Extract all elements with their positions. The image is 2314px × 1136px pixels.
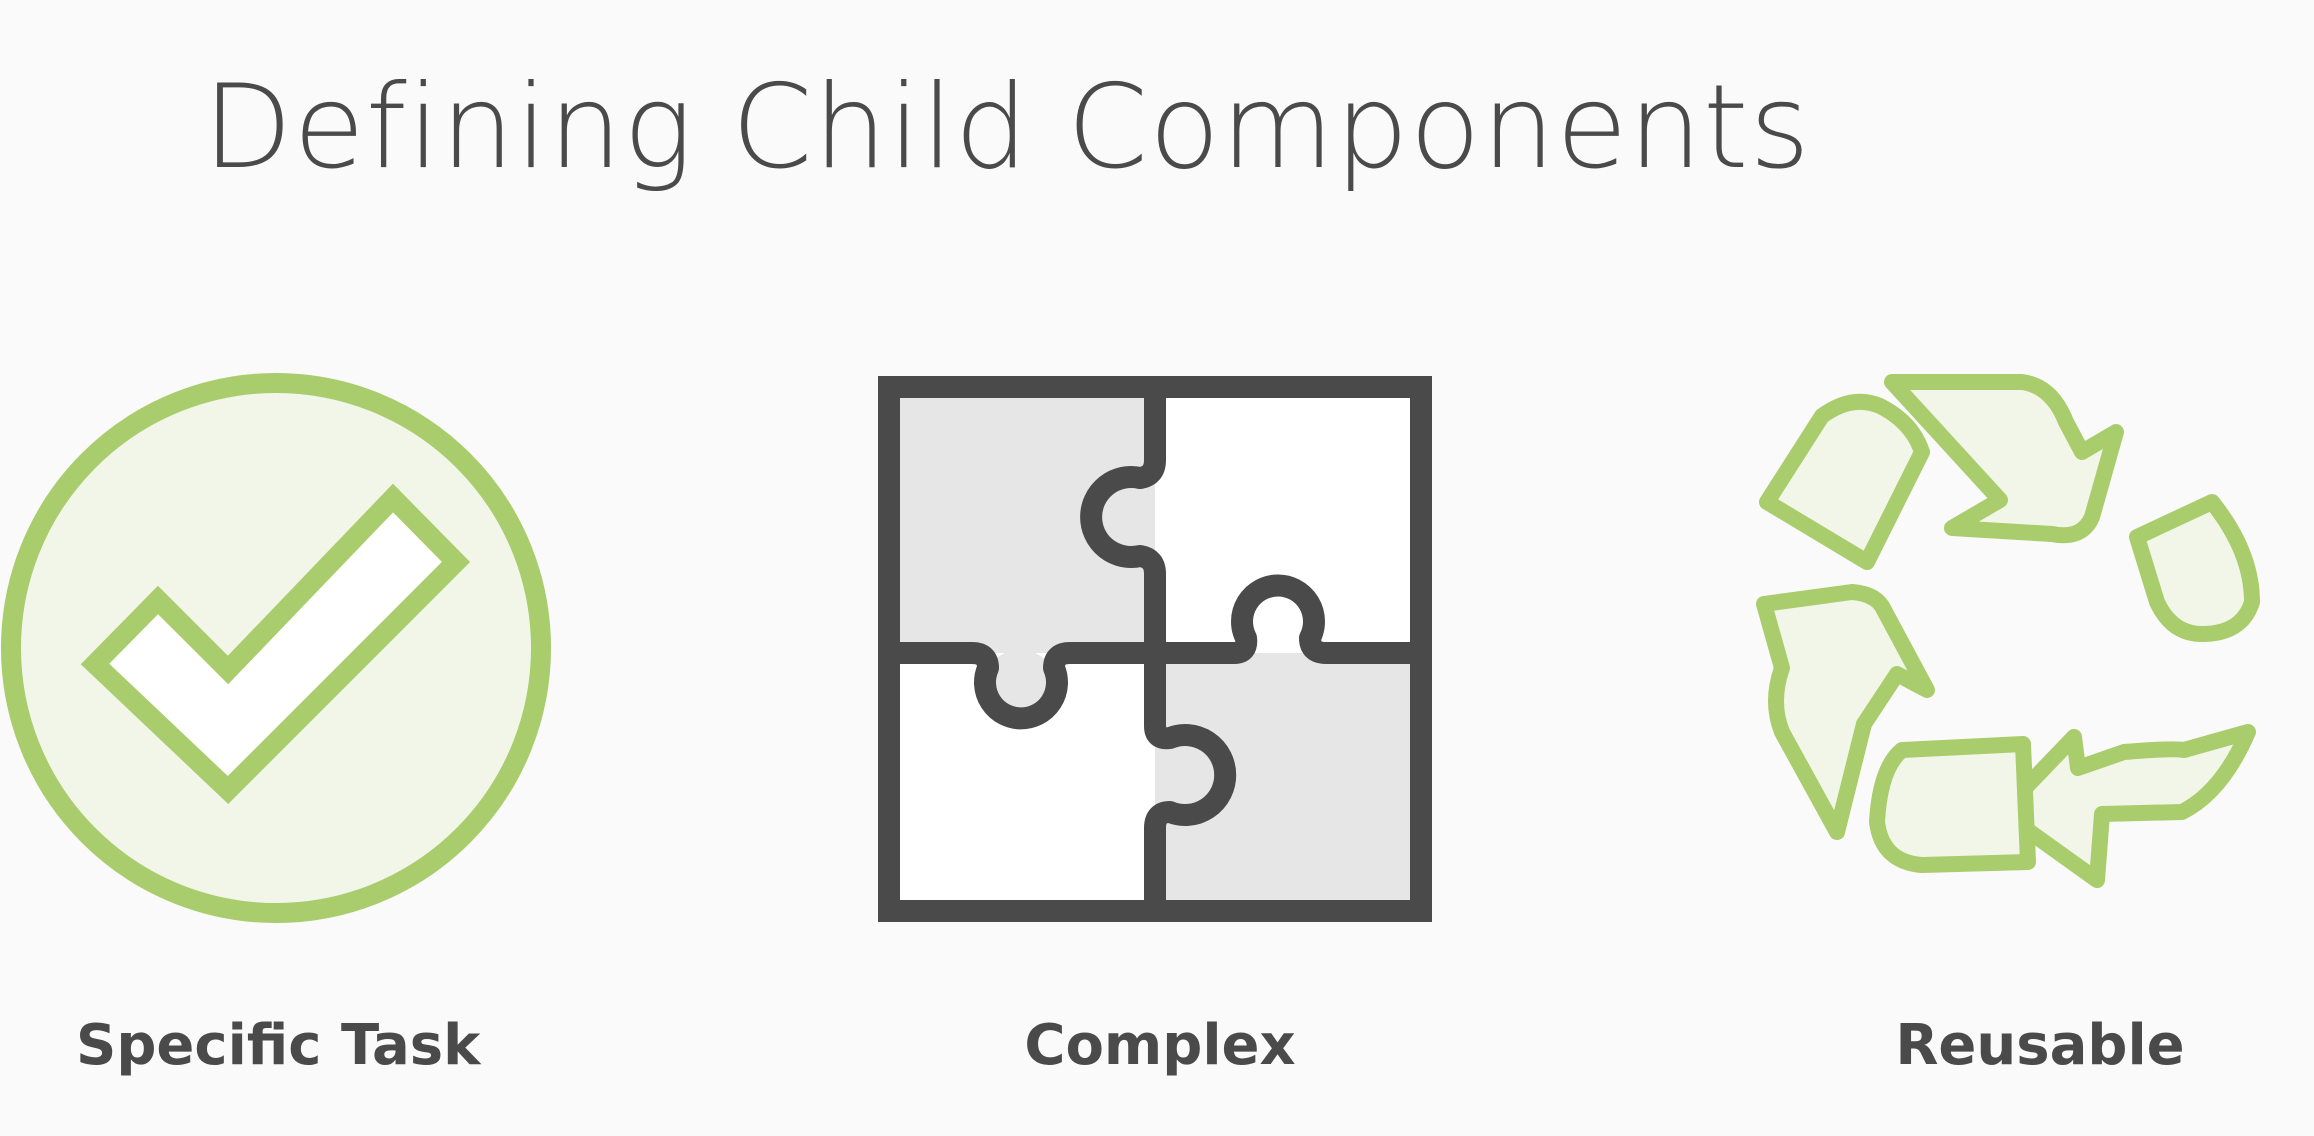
label-specific-task: Specific Task bbox=[76, 1013, 481, 1078]
puzzle-icon bbox=[878, 376, 1432, 922]
slide-title: Defining Child Components bbox=[203, 60, 1811, 195]
label-reusable: Reusable bbox=[1895, 1013, 2185, 1078]
label-complex: Complex bbox=[1024, 1013, 1296, 1078]
check-circle-icon bbox=[0, 372, 552, 924]
recycle-icon bbox=[1752, 372, 2314, 932]
